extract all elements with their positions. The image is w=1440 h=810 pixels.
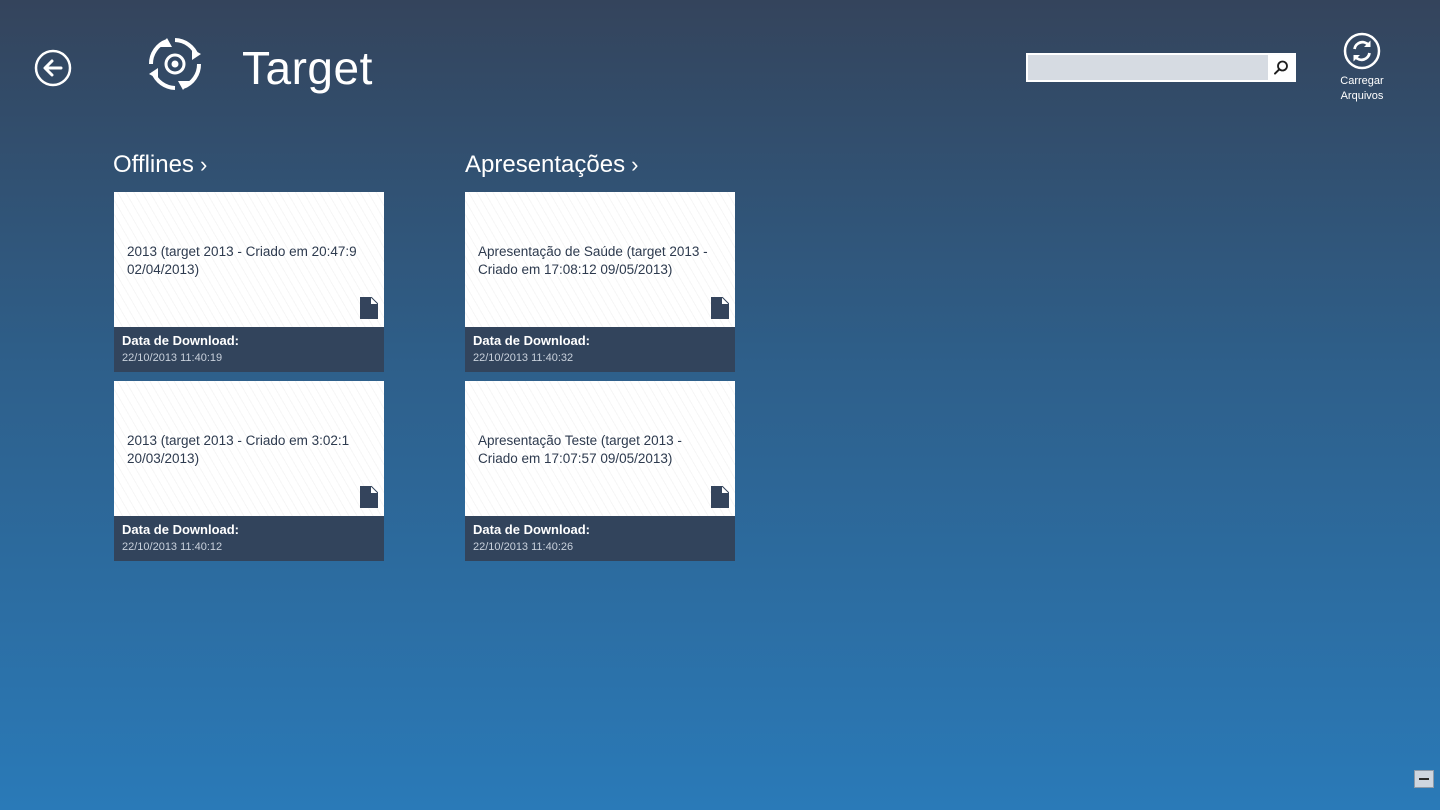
refresh-files-button[interactable]: Carregar Arquivos (1330, 32, 1394, 104)
tile-body: Apresentação de Saúde (target 2013 - Cri… (465, 192, 735, 327)
document-icon (711, 297, 729, 319)
search-button[interactable] (1268, 55, 1294, 80)
group-header-label: Offlines (113, 151, 194, 178)
document-icon (711, 486, 729, 508)
download-label: Data de Download: (473, 333, 591, 348)
tile-footer: Data de Download: 22/10/2013 11:40:19 (114, 327, 384, 372)
tile-title: 2013 (target 2013 - Criado em 3:02:1 20/… (127, 433, 350, 466)
tile-footer: Data de Download: 22/10/2013 11:40:12 (114, 516, 384, 561)
tile-offline-2[interactable]: 2013 (target 2013 - Criado em 3:02:1 20/… (114, 381, 384, 561)
tile-apresentacao-2[interactable]: Apresentação Teste (target 2013 - Criado… (465, 381, 735, 561)
group-header-offlines[interactable]: Offlines › (113, 150, 207, 180)
tile-body: Apresentação Teste (target 2013 - Criado… (465, 381, 735, 516)
tile-title: 2013 (target 2013 - Criado em 20:47:9 02… (127, 244, 357, 277)
download-date: 22/10/2013 11:40:19 (122, 352, 223, 364)
search-input[interactable] (1028, 55, 1268, 80)
chevron-right-icon: › (631, 152, 639, 177)
document-icon (360, 297, 378, 319)
document-icon (360, 486, 378, 508)
tile-footer: Data de Download: 22/10/2013 11:40:32 (465, 327, 735, 372)
search-icon (1274, 60, 1288, 75)
download-date: 22/10/2013 11:40:32 (473, 352, 574, 364)
tile-title: Apresentação de Saúde (target 2013 - Cri… (478, 244, 708, 277)
refresh-label-line2: Arquivos (1340, 90, 1384, 102)
tile-apresentacao-1[interactable]: Apresentação de Saúde (target 2013 - Cri… (465, 192, 735, 372)
download-label: Data de Download: (122, 522, 240, 537)
search-box (1026, 53, 1296, 82)
tile-footer: Data de Download: 22/10/2013 11:40:26 (465, 516, 735, 561)
back-button[interactable] (34, 49, 72, 87)
download-date: 22/10/2013 11:40:26 (473, 541, 574, 553)
tile-title: Apresentação Teste (target 2013 - Criado… (478, 433, 682, 466)
zoom-out-button[interactable] (1414, 770, 1434, 788)
download-date: 22/10/2013 11:40:12 (122, 541, 223, 553)
tile-body: 2013 (target 2013 - Criado em 20:47:9 02… (114, 192, 384, 327)
tile-offline-1[interactable]: 2013 (target 2013 - Criado em 20:47:9 02… (114, 192, 384, 372)
refresh-label-line1: Carregar (1340, 75, 1384, 87)
download-label: Data de Download: (473, 522, 591, 537)
tile-body: 2013 (target 2013 - Criado em 3:02:1 20/… (114, 381, 384, 516)
target-logo-icon (148, 38, 202, 90)
refresh-icon (1343, 32, 1381, 70)
group-header-apresentacoes[interactable]: Apresentações › (465, 150, 638, 180)
group-header-label: Apresentações (465, 151, 626, 178)
minimize-icon (1419, 778, 1429, 780)
chevron-right-icon: › (199, 152, 208, 177)
download-label: Data de Download: (122, 333, 240, 348)
page-title: Target (242, 42, 373, 94)
